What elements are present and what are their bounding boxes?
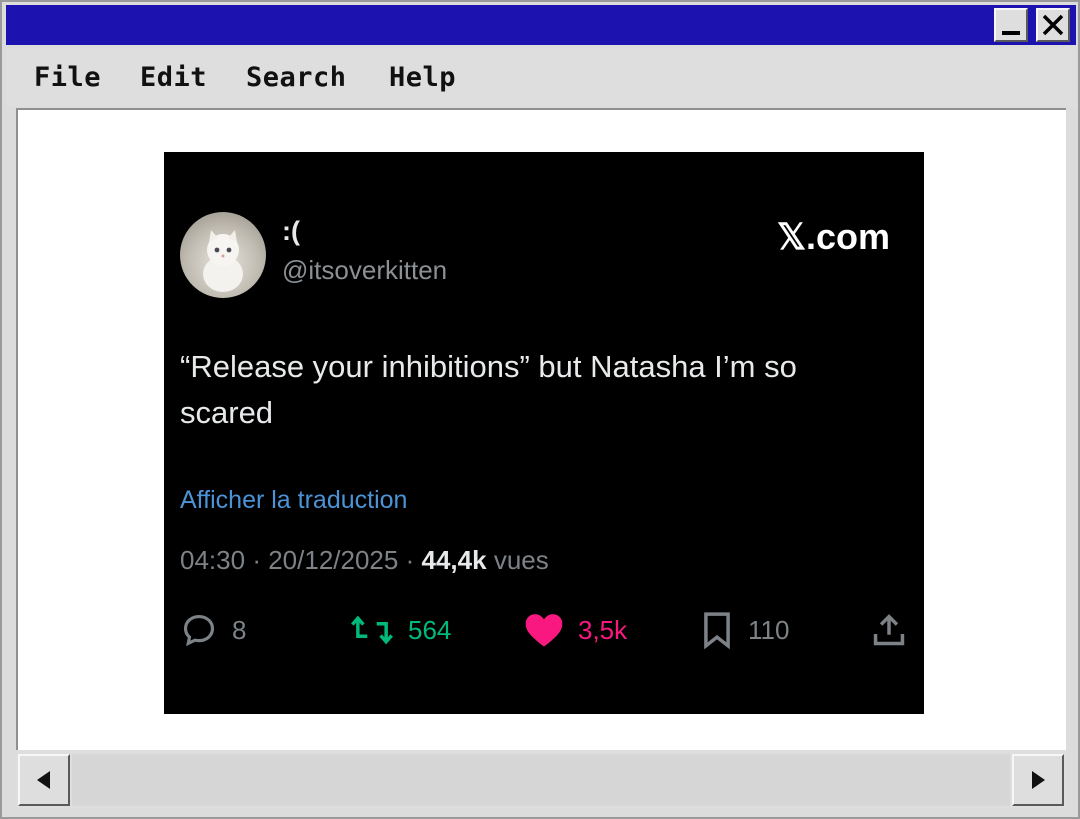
reply-count: 8 xyxy=(232,614,247,645)
tweet-meta: 04:30 · 20/12/2025 · 44,4k vues xyxy=(180,545,549,576)
close-icon xyxy=(1042,14,1064,36)
menu-help[interactable]: Help xyxy=(389,62,456,93)
user-handle[interactable]: @itsoverkitten xyxy=(282,255,447,286)
retweet-icon xyxy=(351,615,393,645)
like-count: 3,5k xyxy=(578,614,628,645)
close-button[interactable] xyxy=(1036,8,1070,42)
like-button[interactable]: 3,5k xyxy=(524,610,627,650)
tweet-time[interactable]: 04:30 xyxy=(180,545,245,575)
tweet-date[interactable]: 20/12/2025 xyxy=(268,545,398,575)
kitten-avatar-icon xyxy=(203,230,243,292)
bookmark-button[interactable]: 110 xyxy=(700,610,789,650)
views-count: 44,4k xyxy=(421,545,487,575)
display-name[interactable]: :( xyxy=(282,216,300,247)
meta-separator: · xyxy=(252,545,261,575)
menu-file[interactable]: File xyxy=(34,62,101,93)
avatar[interactable] xyxy=(180,212,266,298)
views-label: vues xyxy=(493,545,549,575)
x-logo: 𝕏.com xyxy=(776,216,890,257)
scroll-track[interactable] xyxy=(72,754,1010,806)
tweet-text: “Release your inhibitions” but Natasha I… xyxy=(180,349,797,430)
scroll-left-button[interactable] xyxy=(18,754,70,806)
minimize-button[interactable] xyxy=(994,8,1028,42)
menu-edit[interactable]: Edit xyxy=(140,62,207,93)
minimize-icon xyxy=(1002,31,1020,35)
share-button[interactable] xyxy=(870,610,908,650)
bookmark-count: 110 xyxy=(748,614,790,645)
content-area: :( @itsoverkitten 𝕏.com “Release your in… xyxy=(16,108,1066,750)
app-window: File Edit Search Help :( @itsoverkitten … xyxy=(0,0,1080,819)
tweet-card: :( @itsoverkitten 𝕏.com “Release your in… xyxy=(164,152,924,714)
reply-icon xyxy=(183,614,215,647)
horizontal-scrollbar[interactable] xyxy=(16,750,1066,808)
scroll-right-button[interactable] xyxy=(1012,754,1064,806)
share-icon xyxy=(873,614,905,646)
reply-button[interactable]: 8 xyxy=(180,610,246,650)
title-bar[interactable] xyxy=(6,5,1076,45)
translate-link[interactable]: Afficher la traduction xyxy=(180,486,407,515)
arrow-left-icon xyxy=(37,771,50,789)
retweet-button[interactable]: 564 xyxy=(350,610,451,650)
heart-icon xyxy=(525,614,563,647)
retweet-count: 564 xyxy=(408,614,452,645)
meta-separator: · xyxy=(405,545,415,575)
menu-bar: File Edit Search Help xyxy=(6,48,1076,106)
arrow-right-icon xyxy=(1032,771,1045,789)
menu-search[interactable]: Search xyxy=(246,62,347,93)
bookmark-icon xyxy=(704,612,730,649)
